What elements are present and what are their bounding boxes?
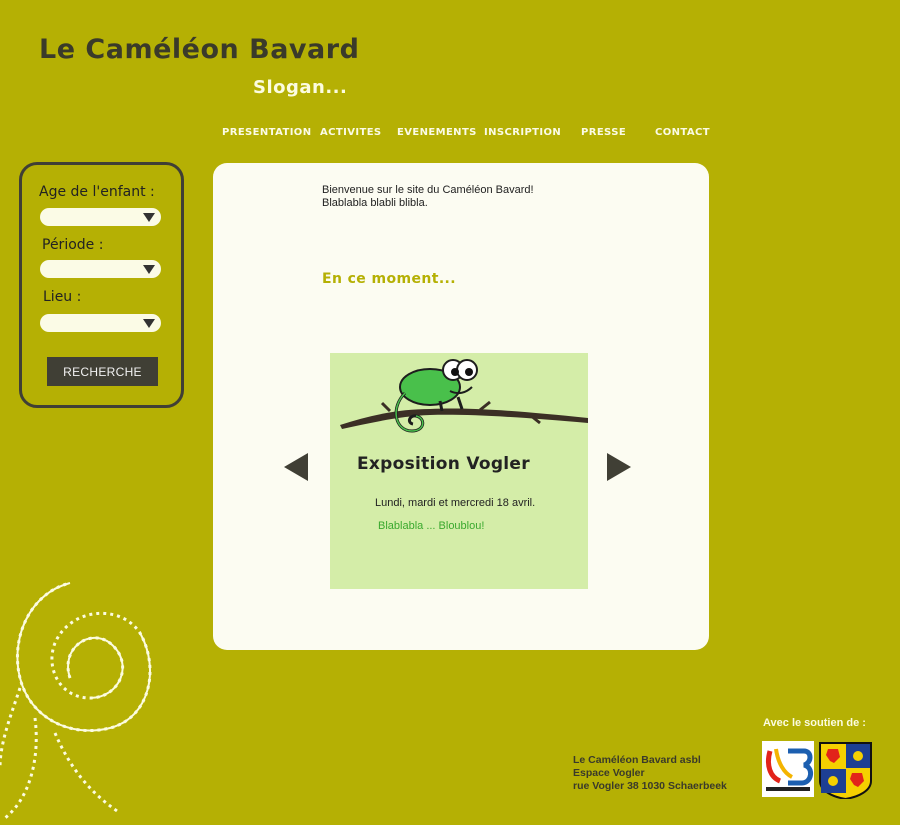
arrow-left-icon bbox=[284, 453, 308, 481]
nav-contact[interactable]: CONTACT bbox=[655, 127, 710, 138]
nav-presentation[interactable]: PRESENTATION bbox=[222, 127, 311, 138]
now-heading: En ce moment... bbox=[322, 271, 456, 287]
welcome-line-2: Blablabla blabli blibla. bbox=[322, 197, 428, 209]
chevron-down-icon bbox=[143, 265, 155, 274]
search-panel: Age de l'enfant : Période : Lieu : RECHE… bbox=[19, 162, 184, 408]
prev-slide-button[interactable] bbox=[283, 452, 309, 482]
chevron-down-icon bbox=[143, 319, 155, 328]
place-label: Lieu : bbox=[43, 289, 82, 305]
slide-description: Blablabla ... Bloublou! bbox=[378, 520, 485, 532]
slide-title: Exposition Vogler bbox=[357, 454, 530, 474]
age-label: Age de l'enfant : bbox=[39, 184, 155, 200]
period-select[interactable] bbox=[40, 260, 161, 278]
fwb-logo-icon bbox=[762, 741, 814, 797]
wallonia-coat-of-arms-logo[interactable] bbox=[818, 741, 873, 803]
address-line-1: Le Caméléon Bavard asbl bbox=[573, 754, 701, 766]
address-block: Le Caméléon Bavard asbl Espace Vogler ru… bbox=[573, 754, 727, 793]
main-content: Bienvenue sur le site du Caméléon Bavard… bbox=[213, 163, 709, 650]
arrow-right-icon bbox=[607, 453, 631, 481]
nav-presse[interactable]: PRESSE bbox=[581, 127, 626, 138]
site-title[interactable]: Le Caméléon Bavard bbox=[39, 34, 359, 65]
period-label: Période : bbox=[42, 237, 104, 253]
next-slide-button[interactable] bbox=[606, 452, 632, 482]
chameleon-illustration bbox=[340, 359, 588, 433]
chameleon-tail-decoration bbox=[0, 581, 152, 820]
place-select[interactable] bbox=[40, 314, 161, 332]
main-nav: PRESENTATION ACTIVITES EVENEMENTS INSCRI… bbox=[0, 127, 900, 143]
welcome-line-1: Bienvenue sur le site du Caméléon Bavard… bbox=[322, 184, 534, 196]
address-line-3: rue Vogler 38 1030 Schaerbeek bbox=[573, 780, 727, 792]
search-button[interactable]: RECHERCHE bbox=[47, 357, 158, 386]
nav-evenements[interactable]: EVENEMENTS bbox=[397, 127, 477, 138]
welcome-text: Bienvenue sur le site du Caméléon Bavard… bbox=[322, 184, 534, 210]
slogan: Slogan... bbox=[253, 77, 348, 98]
support-label: Avec le soutien de : bbox=[763, 717, 866, 729]
slide-date: Lundi, mardi et mercredi 18 avril. bbox=[375, 497, 536, 509]
address-line-2: Espace Vogler bbox=[573, 767, 645, 779]
coat-of-arms-icon bbox=[819, 742, 872, 801]
federation-wallonie-bruxelles-logo[interactable] bbox=[762, 741, 814, 801]
age-select[interactable] bbox=[40, 208, 161, 226]
event-slide[interactable]: Exposition Vogler Lundi, mardi et mercre… bbox=[330, 353, 588, 589]
nav-inscription[interactable]: INSCRIPTION bbox=[484, 127, 561, 138]
nav-activites[interactable]: ACTIVITES bbox=[320, 127, 382, 138]
chevron-down-icon bbox=[143, 213, 155, 222]
